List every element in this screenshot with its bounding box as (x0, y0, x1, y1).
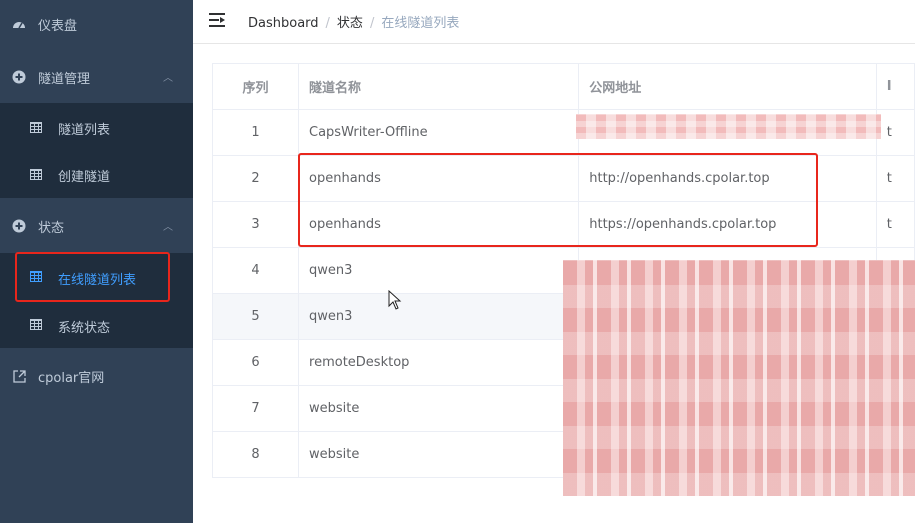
sidebar-item-label: 隧道列表 (58, 123, 111, 138)
public-url: http://openhands.cpolar.top (578, 155, 877, 202)
sidebar-item-online-tunnels[interactable]: 在线隧道列表 (0, 253, 193, 301)
redacted-mosaic (576, 114, 881, 139)
tunnel-name: qwen3 (298, 247, 580, 294)
sidebar-item-label: 系统状态 (58, 321, 111, 336)
row-index: 1 (213, 109, 300, 156)
sidebar-item-label: cpolar官网 (38, 370, 105, 386)
row-index: 7 (213, 385, 300, 432)
plus-circle-icon (12, 219, 26, 233)
cell-extra: t (876, 109, 915, 156)
tunnel-name: qwen3 (298, 293, 580, 340)
breadcrumb-item[interactable]: 状态 (337, 16, 363, 31)
row-index: 2 (213, 155, 300, 202)
table-header-row: 序列 隧道名称 公网地址 I (213, 64, 915, 110)
table-icon (30, 271, 42, 286)
breadcrumb: Dashboard / 状态 / 在线隧道列表 (248, 16, 460, 31)
sidebar-item-label: 仪表盘 (38, 18, 78, 34)
table-icon (30, 169, 42, 184)
dashboard-icon (12, 17, 26, 31)
table-icon (30, 319, 42, 334)
tunnel-name: openhands (298, 201, 580, 248)
sidebar-item-create-tunnel[interactable]: 创建隧道 (0, 151, 193, 198)
chevron-up-icon: ﹀ (163, 218, 173, 230)
table-row[interactable]: 2 openhands http://openhands.cpolar.top t (213, 155, 915, 202)
row-index: 8 (213, 431, 300, 478)
top-navbar: Dashboard / 状态 / 在线隧道列表 (193, 0, 915, 44)
sidebar-item-label: 状态 (38, 220, 65, 236)
public-url: https://openhands.cpolar.top (578, 201, 877, 248)
breadcrumb-current: 在线隧道列表 (381, 16, 460, 31)
sidebar-item-label: 隧道管理 (38, 71, 91, 87)
row-index: 6 (213, 339, 300, 386)
table-icon (30, 122, 42, 137)
sidebar-item-status[interactable]: 状态 ﹀ (0, 211, 193, 241)
tunnel-name: CapsWriter-Offline (298, 109, 580, 156)
sidebar: 仪表盘 隧道管理 ﹀ 隧道列表 创建隧道 状态 ﹀ 在线隧道列表 系统状态 cp… (0, 0, 193, 523)
external-link-icon (12, 369, 26, 383)
cell-extra: t (876, 201, 915, 248)
tunnel-name: openhands (298, 155, 580, 202)
sidebar-item-label: 在线隧道列表 (58, 273, 137, 288)
column-header: 隧道名称 (298, 64, 580, 110)
breadcrumb-item[interactable]: Dashboard (248, 16, 319, 31)
row-index: 3 (213, 201, 300, 248)
column-header: I (876, 64, 915, 110)
sidebar-item-cpolar-site[interactable]: cpolar官网 (0, 361, 193, 391)
sidebar-item-tunnel-list[interactable]: 隧道列表 (0, 103, 193, 151)
row-index: 5 (213, 293, 300, 340)
row-index: 4 (213, 247, 300, 294)
plus-circle-icon (12, 70, 26, 84)
table-row[interactable]: 3 openhands https://openhands.cpolar.top t (213, 201, 915, 248)
sidebar-item-dashboard[interactable]: 仪表盘 (0, 9, 193, 39)
cell-extra: t (876, 155, 915, 202)
chevron-up-icon: ﹀ (163, 69, 173, 81)
hamburger-icon[interactable] (209, 13, 225, 27)
column-header: 序列 (213, 64, 300, 110)
tunnel-name: website (298, 385, 580, 432)
sidebar-item-system-status[interactable]: 系统状态 (0, 301, 193, 348)
sidebar-item-tunnel-management[interactable]: 隧道管理 ﹀ (0, 62, 193, 92)
column-header: 公网地址 (578, 64, 877, 110)
mouse-cursor-icon (388, 289, 402, 310)
redacted-mosaic (563, 260, 915, 496)
sidebar-item-label: 创建隧道 (58, 170, 111, 185)
tunnel-name: remoteDesktop (298, 339, 580, 386)
tunnel-name: website (298, 431, 580, 478)
